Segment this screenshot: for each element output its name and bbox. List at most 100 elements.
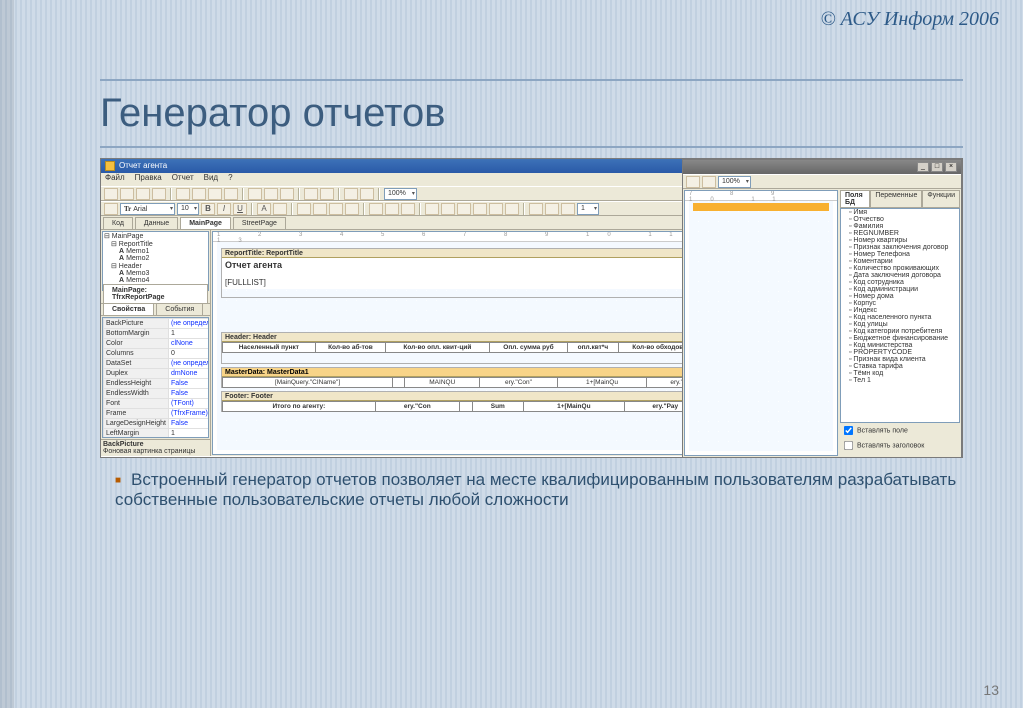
frame-bot-icon[interactable] <box>441 203 455 215</box>
highlight-icon[interactable] <box>273 203 287 215</box>
header-cell[interactable]: Населенный пункт <box>223 343 316 353</box>
frame-style-icon[interactable] <box>561 203 575 215</box>
icon[interactable] <box>702 176 716 188</box>
align-center-icon[interactable] <box>313 203 327 215</box>
valign-top-icon[interactable] <box>369 203 383 215</box>
cell[interactable]: Sum <box>473 402 523 412</box>
db-field[interactable]: ▫ Бюджетное финансирование <box>841 335 959 342</box>
bold-icon[interactable]: B <box>201 203 215 215</box>
tree-node[interactable]: ⊟ ReportTitle <box>103 240 208 248</box>
db-field[interactable]: ▫ Номер дома <box>841 293 959 300</box>
db-field[interactable]: ▫ Отчество <box>841 216 959 223</box>
open-icon[interactable] <box>120 188 134 200</box>
db-field[interactable]: ▫ Количество проживающих <box>841 265 959 272</box>
db-field[interactable]: ▫ Коментарии <box>841 258 959 265</box>
cell[interactable]: 1+[MainQu <box>523 402 625 412</box>
redo-icon[interactable] <box>320 188 334 200</box>
paste-icon[interactable] <box>280 188 294 200</box>
minimize-button[interactable]: _ <box>917 162 929 172</box>
underline-icon[interactable]: U <box>233 203 247 215</box>
dbtab-Поля БД[interactable]: Поля БД <box>840 190 870 207</box>
save-icon[interactable] <box>136 188 150 200</box>
font-size-combo[interactable]: 10 <box>177 203 199 215</box>
property-row[interactable]: BottomMargin1 <box>104 329 210 339</box>
new-dialog-icon[interactable] <box>192 188 206 200</box>
frame-all-icon[interactable] <box>489 203 503 215</box>
ungroup-icon[interactable] <box>360 188 374 200</box>
fontcolor-icon[interactable]: A <box>257 203 271 215</box>
align-justify-icon[interactable] <box>345 203 359 215</box>
menu-Правка[interactable]: Правка <box>135 173 162 182</box>
fill-color-icon[interactable] <box>529 203 543 215</box>
zoom-combo[interactable]: 100% <box>718 176 751 188</box>
cell[interactable]: ery."Con" <box>480 378 557 388</box>
preview-icon[interactable] <box>152 188 166 200</box>
property-row[interactable]: EndlessHeightFalse <box>104 379 210 389</box>
db-field[interactable]: ▫ Код улицы <box>841 321 959 328</box>
menu-Вид[interactable]: Вид <box>204 173 218 182</box>
align-right-icon[interactable] <box>329 203 343 215</box>
menu-?[interactable]: ? <box>228 173 232 182</box>
db-field[interactable]: ▫ Корпус <box>841 300 959 307</box>
header-cell[interactable]: Кол-во аб-тов <box>315 343 385 353</box>
tab-MainPage[interactable]: MainPage <box>180 217 231 229</box>
tree-node[interactable]: AMemo3 <box>103 270 208 277</box>
cell[interactable]: ery."Con <box>375 402 459 412</box>
db-field[interactable]: ▫ Имя <box>841 209 959 216</box>
tree-node[interactable]: AMemo1 <box>103 248 208 255</box>
frame-top-icon[interactable] <box>425 203 439 215</box>
masterdata-band[interactable] <box>693 203 829 211</box>
db-field[interactable]: ▫ Код сотрудника <box>841 279 959 286</box>
new-icon[interactable] <box>104 188 118 200</box>
property-row[interactable]: Columns0 <box>104 349 210 359</box>
property-row[interactable]: DataSet(не определен) <box>104 359 210 369</box>
property-row[interactable]: BackPicture(не определен) <box>104 319 210 329</box>
cell[interactable] <box>393 378 405 388</box>
cell[interactable]: Итого по агенту: <box>223 402 376 412</box>
secondary-canvas[interactable]: 7 8 9 10 11 12 13 <box>684 190 838 456</box>
db-field[interactable]: ▫ Код категории потребителя <box>841 328 959 335</box>
icon[interactable] <box>686 176 700 188</box>
frame-width-combo[interactable]: 1 <box>577 203 599 215</box>
property-row[interactable]: Frame(TfrxFrame) <box>104 409 210 419</box>
tree-node[interactable]: ⊟ Header <box>103 262 208 270</box>
zoom-combo[interactable]: 100% <box>384 188 417 200</box>
db-field[interactable]: ▫ Дата заключения договора <box>841 272 959 279</box>
object-name[interactable]: MainPage: TfrxReportPage <box>103 284 208 303</box>
tab-StreetPage[interactable]: StreetPage <box>233 217 286 229</box>
delete-page-icon[interactable] <box>208 188 222 200</box>
page-settings-icon[interactable] <box>224 188 238 200</box>
property-row[interactable]: DuplexdmNone <box>104 369 210 379</box>
new-page-icon[interactable] <box>176 188 190 200</box>
frame-color-icon[interactable] <box>545 203 559 215</box>
cell[interactable]: [MainQuery."CIName"] <box>223 378 393 388</box>
page-surface[interactable] <box>689 201 833 451</box>
secondary-titlebar[interactable]: _ □ × <box>683 160 961 174</box>
tab-Данные[interactable]: Данные <box>135 217 178 229</box>
header-cell[interactable]: Опл. сумма руб <box>489 343 568 353</box>
tab-Код[interactable]: Код <box>103 217 133 229</box>
group-icon[interactable] <box>344 188 358 200</box>
property-row[interactable]: Font(TFont) <box>104 399 210 409</box>
header-cell[interactable]: Кол-во опл. квит-ций <box>386 343 490 353</box>
db-field[interactable]: ▫ Код министерства <box>841 342 959 349</box>
cut-icon[interactable] <box>248 188 262 200</box>
tab-Свойства[interactable]: Свойства <box>103 303 154 315</box>
db-field[interactable]: ▫ Тёмн код <box>841 370 959 377</box>
menu-Файл[interactable]: Файл <box>105 173 125 182</box>
dbtab-Функции[interactable]: Функции <box>922 190 960 207</box>
db-field[interactable]: ▫ Признак заключения договор <box>841 244 959 251</box>
copy-icon[interactable] <box>264 188 278 200</box>
db-field[interactable]: ▫ Индекс <box>841 307 959 314</box>
db-field[interactable]: ▫ REGNUMBER <box>841 230 959 237</box>
property-row[interactable]: LargeDesignHeightFalse <box>104 419 210 429</box>
db-field[interactable]: ▫ Номер квартиры <box>841 237 959 244</box>
property-inspector[interactable]: BackPicture(не определен)BottomMargin1 Co… <box>102 317 209 438</box>
cell[interactable]: MAINQU <box>405 378 480 388</box>
db-field[interactable]: ▫ Фамилия <box>841 223 959 230</box>
property-row[interactable]: LeftMargin1 <box>104 429 210 439</box>
db-field[interactable]: ▫ Код населенного пункта <box>841 314 959 321</box>
db-field[interactable]: ▫ Ставка тарифа <box>841 363 959 370</box>
header-cell[interactable]: опл.квт*ч <box>568 343 618 353</box>
properties-tabs[interactable]: СвойстваСобытия <box>101 304 210 316</box>
